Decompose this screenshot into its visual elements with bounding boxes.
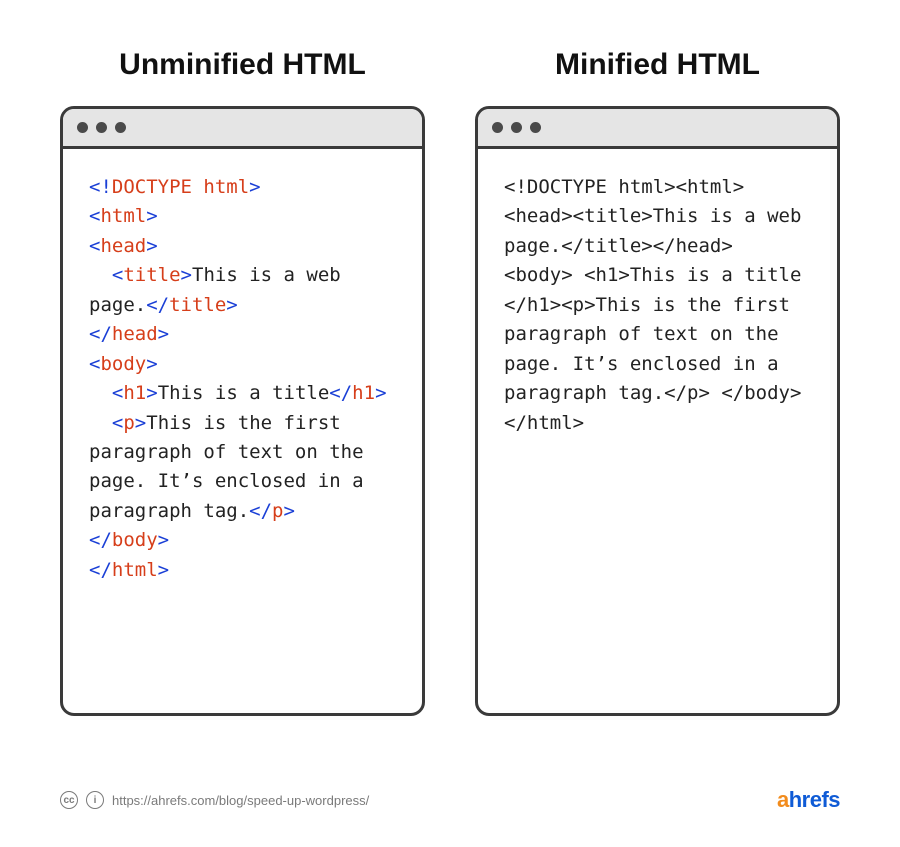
punct: > [375, 382, 386, 404]
tag-title: title [169, 294, 226, 316]
punct: > [158, 529, 169, 551]
punct: </ [89, 559, 112, 581]
punct: </ [89, 529, 112, 551]
by-icon: i [86, 791, 104, 809]
punct: </ [249, 500, 272, 522]
window-dot-icon [511, 122, 522, 133]
columns: Unminified HTML <!DOCTYPE html> <html> <… [60, 48, 840, 716]
window-dot-icon [492, 122, 503, 133]
punct: < [89, 205, 100, 227]
diagram-root: Unminified HTML <!DOCTYPE html> <html> <… [0, 0, 900, 847]
punct: > [146, 235, 157, 257]
tag-head: head [112, 323, 158, 345]
tag-p: p [272, 500, 283, 522]
right-window: <!DOCTYPE html><html> <head><title>This … [475, 106, 840, 716]
punct: <! [89, 176, 112, 198]
punct: > [135, 412, 146, 434]
punct: < [89, 235, 100, 257]
punct: > [146, 353, 157, 375]
tag-p: p [123, 412, 134, 434]
cc-icon: cc [60, 791, 78, 809]
tag-html: html [112, 559, 158, 581]
punct: < [112, 412, 123, 434]
window-dot-icon [77, 122, 88, 133]
left-titlebar [63, 109, 422, 149]
punct: </ [329, 382, 352, 404]
tag-h1: h1 [123, 382, 146, 404]
doctype-html: html [192, 176, 249, 198]
right-titlebar [478, 109, 837, 149]
punct: </ [146, 294, 169, 316]
tag-head: head [100, 235, 146, 257]
punct: > [226, 294, 237, 316]
tag-body: body [112, 529, 158, 551]
right-column: Minified HTML <!DOCTYPE html><html> <hea… [475, 48, 840, 716]
ahrefs-logo: ahrefs [777, 787, 840, 813]
minified-code: <!DOCTYPE html><html> <head><title>This … [478, 149, 837, 713]
h1-text: This is a title [158, 382, 330, 404]
tag-html: html [100, 205, 146, 227]
punct: < [112, 382, 123, 404]
left-window: <!DOCTYPE html> <html> <head> <title>Thi… [60, 106, 425, 716]
punct: > [181, 264, 192, 286]
punct: </ [89, 323, 112, 345]
brand-rest: hrefs [789, 787, 840, 812]
punct: > [158, 559, 169, 581]
footer-left: cc i https://ahrefs.com/blog/speed-up-wo… [60, 791, 369, 809]
doctype-keyword: DOCTYPE [112, 176, 192, 198]
punct: > [146, 205, 157, 227]
window-dot-icon [530, 122, 541, 133]
punct: < [112, 264, 123, 286]
punct: > [284, 500, 295, 522]
brand-a: a [777, 787, 789, 812]
left-heading: Unminified HTML [119, 48, 366, 82]
punct: > [158, 323, 169, 345]
tag-body: body [100, 353, 146, 375]
right-heading: Minified HTML [555, 48, 760, 82]
unminified-code: <!DOCTYPE html> <html> <head> <title>Thi… [63, 149, 422, 713]
tag-h1: h1 [352, 382, 375, 404]
punct: > [249, 176, 260, 198]
footer: cc i https://ahrefs.com/blog/speed-up-wo… [60, 787, 840, 813]
window-dot-icon [96, 122, 107, 133]
source-url: https://ahrefs.com/blog/speed-up-wordpre… [112, 793, 369, 808]
punct: < [89, 353, 100, 375]
window-dot-icon [115, 122, 126, 133]
punct: > [146, 382, 157, 404]
left-column: Unminified HTML <!DOCTYPE html> <html> <… [60, 48, 425, 716]
tag-title: title [123, 264, 180, 286]
